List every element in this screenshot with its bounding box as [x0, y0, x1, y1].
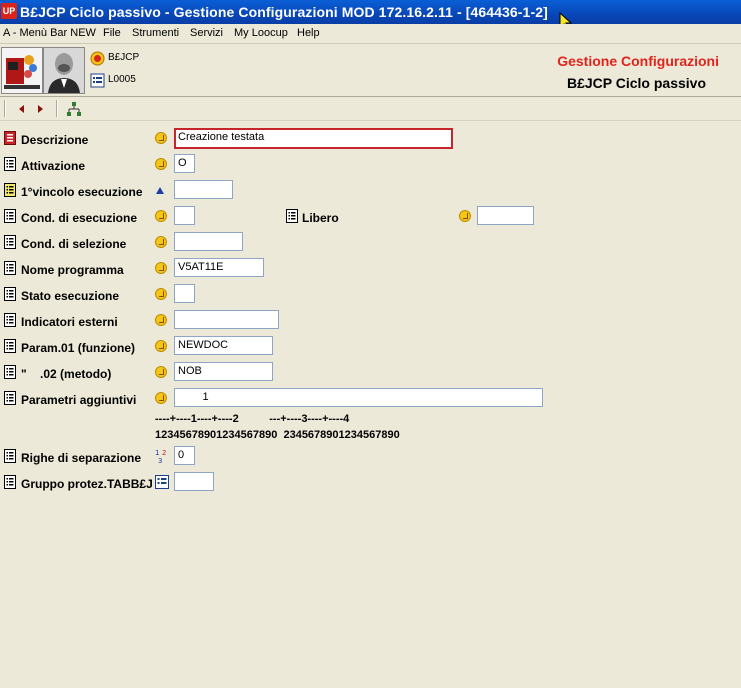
list-code: L0005 — [108, 74, 136, 85]
cond-selezione-input[interactable] — [174, 232, 243, 251]
row-param01: Param.01 (funzione) NEWDOC — [0, 336, 741, 358]
field-detail-icon — [4, 449, 16, 463]
help-icon[interactable] — [155, 340, 167, 352]
menu-strumenti[interactable]: Strumenti — [132, 27, 179, 39]
numeric-field-icon[interactable]: 1 2 3 — [154, 448, 169, 464]
field-detail-icon — [4, 287, 16, 301]
object-type-icon — [90, 51, 105, 66]
help-icon[interactable] — [459, 210, 471, 222]
param01-input[interactable]: NEWDOC — [174, 336, 273, 355]
descrizione-input[interactable]: Creazione testata — [174, 128, 453, 149]
row-descrizione: Descrizione Creazione testata — [0, 128, 741, 150]
help-icon[interactable] — [155, 262, 167, 274]
column-ruler-units: 12345678901234567890 2345678901234567890 — [155, 429, 400, 441]
libero-label: Libero — [302, 211, 339, 225]
row-stato-esecuzione: Stato esecuzione — [0, 284, 741, 306]
object-image — [1, 47, 43, 94]
attivazione-label: Attivazione — [21, 159, 86, 173]
triangle-up-icon[interactable] — [155, 186, 165, 195]
menu-menu-bar-new[interactable]: A - Menù Bar NEW — [3, 27, 96, 39]
row-nome-programma: Nome programma V5AT11E — [0, 258, 741, 280]
menu-help[interactable]: Help — [297, 27, 320, 39]
righe-separazione-input[interactable]: 0 — [174, 446, 195, 465]
field-detail-icon — [4, 235, 16, 249]
field-detail-icon — [4, 391, 16, 405]
help-icon[interactable] — [155, 366, 167, 378]
attivazione-input[interactable]: O — [174, 154, 195, 173]
gruppo-protez-label: Gruppo protez.TABB£J — [21, 477, 153, 491]
svg-text:3: 3 — [158, 457, 162, 464]
object-code: B£JCP — [108, 52, 140, 63]
tree-structure-icon[interactable] — [66, 101, 82, 117]
param02-label: " .02 (metodo) — [21, 367, 112, 381]
field-detail-icon — [4, 313, 16, 327]
row-parametri-aggiuntivi: Parametri aggiuntivi 1 — [0, 388, 741, 410]
help-icon[interactable] — [155, 132, 167, 144]
row-indicatori-esterni: Indicatori esterni — [0, 310, 741, 332]
help-icon[interactable] — [155, 288, 167, 300]
toolbar — [0, 97, 741, 121]
nome-programma-label: Nome programma — [21, 263, 124, 277]
toolbar-separator — [56, 100, 58, 117]
param01-label: Param.01 (funzione) — [21, 341, 136, 355]
back-arrow-icon[interactable] — [14, 101, 30, 117]
forward-arrow-icon[interactable] — [32, 101, 48, 117]
field-detail-icon — [4, 475, 16, 489]
descrizione-label: Descrizione — [21, 133, 89, 147]
cond-esecuzione-label: Cond. di esecuzione — [21, 211, 138, 225]
vincolo-esecuzione-label: 1°vincolo esecuzione — [21, 185, 143, 199]
help-icon[interactable] — [155, 392, 167, 404]
window-title: B£JCP Ciclo passivo - Gestione Configura… — [20, 4, 548, 20]
row-param02: " .02 (metodo) NOB — [0, 362, 741, 384]
indicatori-esterni-label: Indicatori esterni — [21, 315, 118, 329]
menu-bar: A - Menù Bar NEW File Strumenti Servizi … — [0, 24, 741, 44]
row-vincolo-esecuzione: 1°vincolo esecuzione — [0, 180, 741, 202]
row-cond-esecuzione: Cond. di esecuzione Libero — [0, 206, 741, 228]
table-lookup-icon[interactable] — [155, 475, 169, 489]
app-logo-icon: UP — [1, 3, 17, 19]
required-field-icon — [4, 131, 16, 145]
indicatori-esterni-input[interactable] — [174, 310, 279, 329]
field-detail-icon — [286, 209, 298, 223]
list-icon — [90, 73, 105, 88]
toolbar-grip — [4, 100, 6, 117]
righe-separazione-label: Righe di separazione — [21, 451, 142, 465]
menu-servizi[interactable]: Servizi — [190, 27, 223, 39]
field-detail-icon — [4, 261, 16, 275]
row-righe-separazione: Righe di separazione 1 2 3 0 — [0, 446, 741, 468]
svg-text:2: 2 — [162, 449, 166, 457]
row-cond-selezione: Cond. di selezione — [0, 232, 741, 254]
help-icon[interactable] — [155, 158, 167, 170]
help-icon[interactable] — [155, 236, 167, 248]
svg-text:1: 1 — [155, 449, 159, 457]
header-panel: B£JCP L0005 Gestione Configurazioni B£JC… — [0, 44, 741, 97]
row-attivazione: Attivazione O — [0, 154, 741, 176]
help-icon[interactable] — [155, 314, 167, 326]
title-bar: UP B£JCP Ciclo passivo - Gestione Config… — [0, 0, 741, 32]
row-gruppo-protez: Gruppo protez.TABB£J — [0, 472, 741, 494]
field-detail-icon — [4, 157, 16, 171]
nome-programma-input[interactable]: V5AT11E — [174, 258, 264, 277]
gruppo-protez-input[interactable] — [174, 472, 214, 491]
page-title: Gestione Configurazioni — [557, 53, 719, 69]
field-detail-icon — [4, 209, 16, 223]
field-detail-icon — [4, 183, 16, 197]
menu-my-loocup[interactable]: My Loocup — [234, 27, 288, 39]
stato-esecuzione-label: Stato esecuzione — [21, 289, 120, 303]
parametri-aggiuntivi-label: Parametri aggiuntivi — [21, 393, 137, 407]
field-detail-icon — [4, 365, 16, 379]
menu-file[interactable]: File — [103, 27, 121, 39]
param02-input[interactable]: NOB — [174, 362, 273, 381]
stato-esecuzione-input[interactable] — [174, 284, 195, 303]
parametri-aggiuntivi-input[interactable]: 1 — [174, 388, 543, 407]
libero-input[interactable] — [477, 206, 534, 225]
page-subtitle: B£JCP Ciclo passivo — [566, 75, 706, 91]
user-photo — [43, 47, 85, 94]
cond-selezione-label: Cond. di selezione — [21, 237, 127, 251]
cond-esecuzione-input[interactable] — [174, 206, 195, 225]
vincolo-esecuzione-input[interactable] — [174, 180, 233, 199]
field-detail-icon — [4, 339, 16, 353]
help-icon[interactable] — [155, 210, 167, 222]
column-ruler-tens: ----+----1----+----2 ---+----3----+----4 — [155, 413, 350, 425]
